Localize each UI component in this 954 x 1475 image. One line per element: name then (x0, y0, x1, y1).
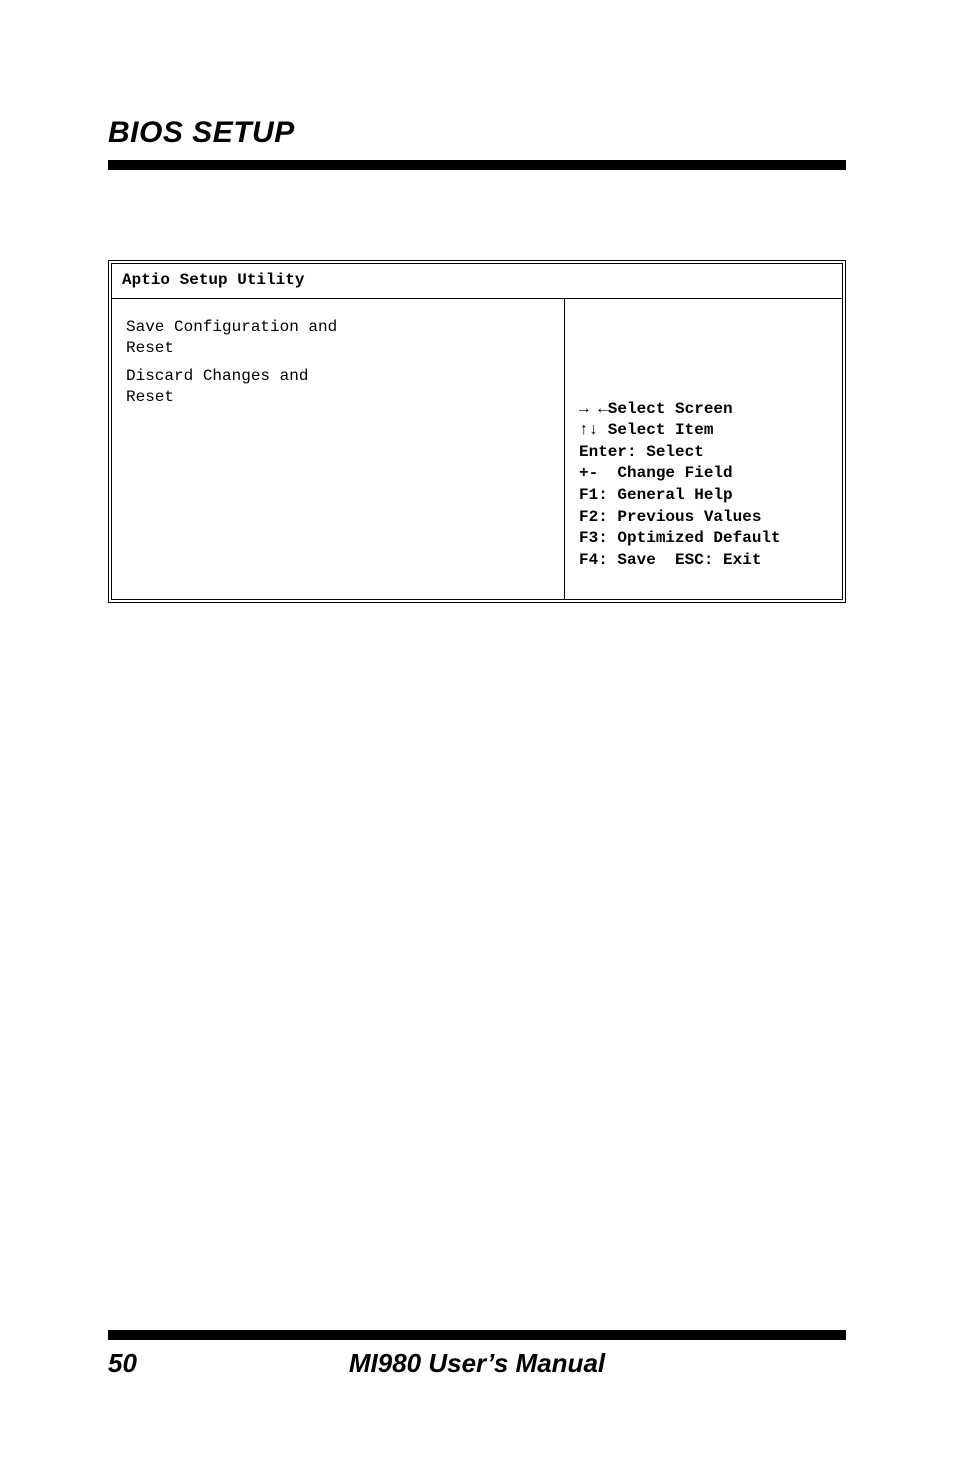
help-line: F3: Optimized Default (579, 528, 830, 550)
bios-row-value (346, 317, 550, 360)
bios-setup-box: Aptio Setup Utility Save Configuration a… (108, 260, 846, 603)
help-line: F4: Save ESC: Exit (579, 550, 830, 572)
help-line: ↑↓ Select Item (579, 420, 830, 442)
page-header: BIOS SETUP (108, 116, 846, 170)
bios-row-value (346, 366, 550, 409)
help-line: F2: Previous Values (579, 507, 830, 529)
spacer (579, 313, 830, 399)
bios-titlebar: Aptio Setup Utility (112, 264, 842, 299)
bios-left-panel: Save Configuration and Reset Discard Cha… (112, 299, 564, 599)
manual-title: MI980 User’s Manual (108, 1348, 846, 1379)
page-footer: 50 MI980 User’s Manual (108, 1300, 846, 1379)
help-line: +- Change Field (579, 463, 830, 485)
footer-rule-thick (108, 1332, 846, 1340)
bios-help-panel: → ←Select Screen ↑↓ Select Item Enter: S… (564, 299, 842, 599)
bios-title: Aptio Setup Utility (122, 271, 304, 289)
help-line: → ←Select Screen (579, 399, 830, 421)
page-title: BIOS SETUP (108, 116, 846, 150)
header-rule (108, 160, 846, 170)
bios-row[interactable]: Save Configuration and Reset (126, 317, 550, 360)
bios-row-label: Discard Changes and Reset (126, 366, 346, 409)
help-line: F1: General Help (579, 485, 830, 507)
help-line: Enter: Select (579, 442, 830, 464)
bios-row[interactable]: Discard Changes and Reset (126, 366, 550, 409)
bios-body: Save Configuration and Reset Discard Cha… (112, 299, 842, 599)
footer-line: 50 MI980 User’s Manual (108, 1348, 846, 1379)
bios-row-label: Save Configuration and Reset (126, 317, 346, 360)
